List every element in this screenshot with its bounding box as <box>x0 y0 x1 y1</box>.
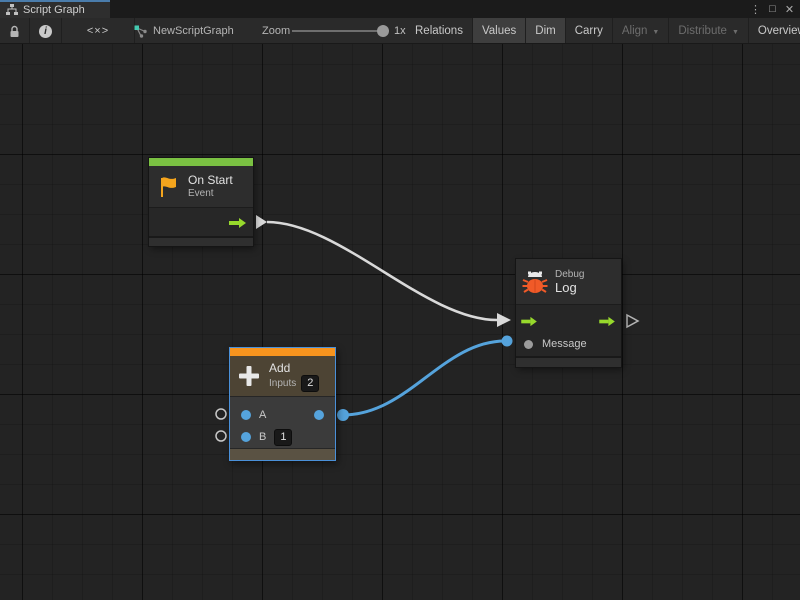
on-start-body <box>149 207 253 236</box>
exec-wire[interactable] <box>267 222 497 320</box>
values-button[interactable]: Values <box>473 18 526 44</box>
toolbar-middle-group: NewScriptGraph Zoom 1x <box>134 18 234 44</box>
maximize-icon[interactable]: □ <box>764 3 781 15</box>
distribute-dropdown[interactable]: Distribute ▼ <box>669 18 749 44</box>
node-on-start[interactable]: On Start Event <box>149 158 253 246</box>
on-start-title: On Start <box>188 173 233 187</box>
log-exit-outer-port[interactable] <box>627 315 638 327</box>
exec-output-port-icon[interactable] <box>229 217 247 229</box>
node-add[interactable]: Add Inputs 2 A B 1 <box>229 347 336 461</box>
exec-wire-end-arrow[interactable] <box>497 313 511 327</box>
on-start-footer <box>149 238 253 246</box>
overview-label: Overview <box>758 25 800 37</box>
lock-icon <box>9 25 20 38</box>
bug-icon <box>522 269 548 295</box>
script-graph-window: Script Graph ⋮ □ ✕ i <×> <box>0 0 800 600</box>
zoom-label: Zoom <box>262 25 290 37</box>
input-b-port[interactable] <box>241 432 251 442</box>
exec-wire-start-arrow[interactable] <box>256 215 267 229</box>
dim-button[interactable]: Dim <box>526 18 565 44</box>
chevron-down-icon: ▼ <box>652 29 659 36</box>
debug-log-header: Debug Log <box>516 259 621 304</box>
input-b-label: B <box>259 431 266 443</box>
toolbar-left-group: i <×> <box>0 18 135 44</box>
add-footer <box>230 449 335 460</box>
message-port-label: Message <box>542 338 587 350</box>
event-accent-bar <box>149 158 253 166</box>
script-graph-asset-icon <box>134 25 147 38</box>
graph-hierarchy-icon <box>6 4 18 16</box>
add-accent-bar <box>230 348 335 356</box>
input-a-label: A <box>259 409 266 421</box>
values-label: Values <box>482 25 516 37</box>
debug-log-title: Log <box>555 281 584 295</box>
add-input-a-outer-port[interactable] <box>216 409 226 419</box>
wire-layer <box>0 44 800 600</box>
info-button[interactable]: i <box>30 18 62 44</box>
value-wire-end-dot[interactable] <box>502 336 513 347</box>
carry-label: Carry <box>575 25 603 37</box>
graph-canvas[interactable]: On Start Event <box>0 44 800 600</box>
add-body: A B 1 <box>230 396 335 448</box>
debug-log-body: Message <box>516 304 621 356</box>
carry-button[interactable]: Carry <box>566 18 613 44</box>
value-wire[interactable] <box>343 341 505 415</box>
distribute-label: Distribute <box>678 25 727 37</box>
flag-icon <box>155 174 181 200</box>
add-title: Add <box>269 361 319 375</box>
lock-button[interactable] <box>0 18 30 44</box>
add-inputs-count-field[interactable]: 2 <box>301 375 319 392</box>
window-controls: ⋮ □ ✕ <box>747 0 798 18</box>
input-a-port[interactable] <box>241 410 251 420</box>
message-input-port[interactable] <box>524 340 533 349</box>
message-port-row: Message <box>516 333 621 355</box>
exec-port-row <box>516 309 621 333</box>
relations-label: Relations <box>415 25 463 37</box>
toolbar-right-group: Relations Values Dim Carry Align ▼ Distr… <box>406 18 800 44</box>
node-debug-log[interactable]: Debug Log Message <box>516 259 621 367</box>
zoom-slider[interactable] <box>292 30 385 32</box>
sum-output-port[interactable] <box>314 410 324 420</box>
chevron-down-icon: ▼ <box>732 29 739 36</box>
zoom-value: 1x <box>394 25 406 37</box>
plus-icon <box>236 363 262 389</box>
on-start-header: On Start Event <box>149 166 253 207</box>
align-dropdown[interactable]: Align ▼ <box>613 18 670 44</box>
tab-bar: Script Graph ⋮ □ ✕ <box>0 0 800 18</box>
add-header: Add Inputs 2 <box>230 356 335 396</box>
debug-log-footer <box>516 358 621 367</box>
add-subtitle: Inputs <box>269 377 296 390</box>
code-icon: <×> <box>87 25 109 37</box>
align-label: Align <box>622 25 648 37</box>
graph-toolbar: i <×> NewScriptGraph Zoom 1x Relations V… <box>0 18 800 44</box>
window-menu-icon[interactable]: ⋮ <box>747 3 764 16</box>
on-start-subtitle: Event <box>188 187 233 200</box>
exec-input-port-icon[interactable] <box>521 316 538 327</box>
zoom-slider-handle[interactable] <box>377 25 389 37</box>
port-row-b: B 1 <box>230 426 335 448</box>
code-view-button[interactable]: <×> <box>62 18 135 44</box>
relations-button[interactable]: Relations <box>406 18 473 44</box>
add-input-b-outer-port[interactable] <box>216 431 226 441</box>
close-icon[interactable]: ✕ <box>781 3 798 16</box>
port-row-a: A <box>230 404 335 426</box>
input-b-value-field[interactable]: 1 <box>274 429 292 446</box>
tab-label: Script Graph <box>23 4 85 16</box>
info-icon: i <box>39 25 52 38</box>
dim-label: Dim <box>535 25 555 37</box>
tab-script-graph[interactable]: Script Graph <box>0 0 110 18</box>
exec-output-port-icon[interactable] <box>599 316 616 327</box>
graph-name-label[interactable]: NewScriptGraph <box>153 25 234 37</box>
overview-button[interactable]: Overview <box>749 18 800 44</box>
value-wire-start-dot[interactable] <box>337 409 349 421</box>
